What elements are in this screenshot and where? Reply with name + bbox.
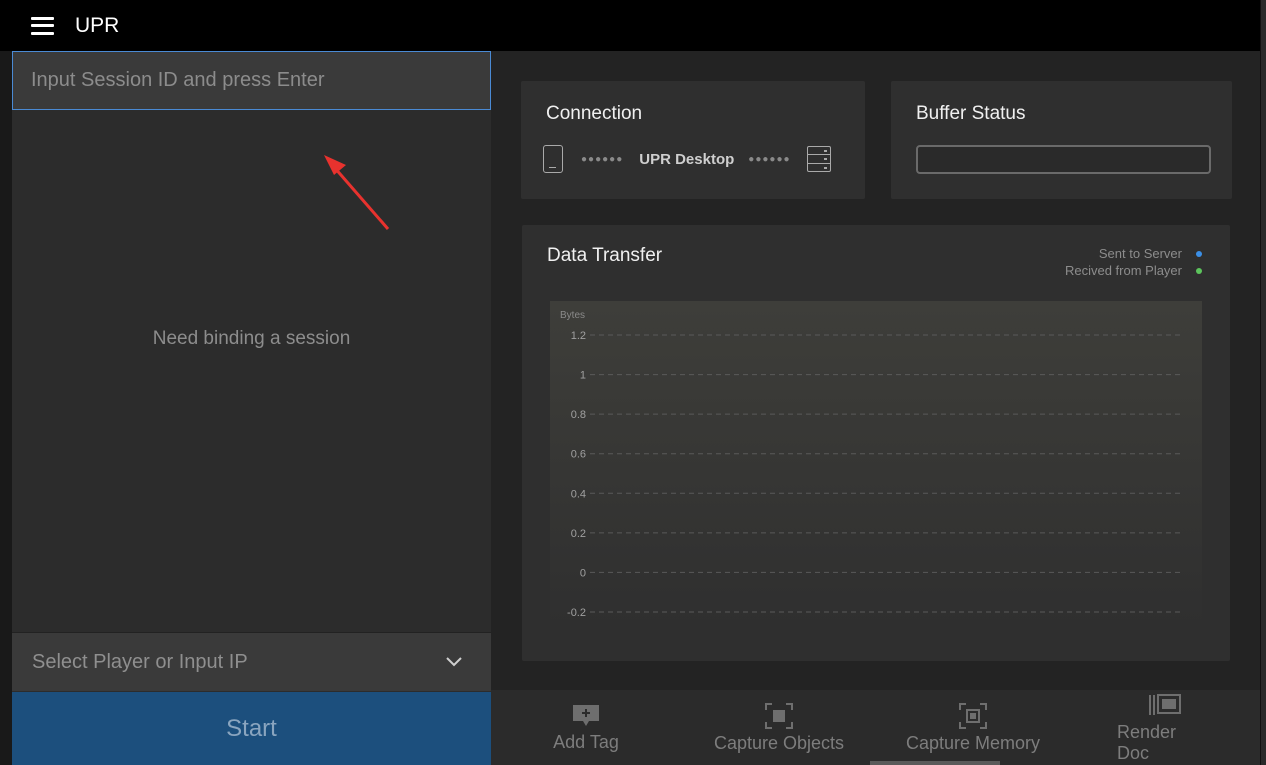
y-tick-label: 0.6 [571,449,586,461]
y-tick-label: 0.8 [571,409,586,421]
legend-item-received[interactable]: Recived from Player [1065,262,1202,279]
legend-dot-sent [1196,250,1202,257]
connection-card: Connection ●●●●●● UPR Desktop ●●●●●● [521,81,865,199]
legend-dot-received [1196,267,1202,274]
player-select-placeholder: Select Player or Input IP [32,650,248,673]
server-icon [806,146,831,172]
y-tick-label: 0.4 [571,488,586,500]
data-transfer-chart-svg: Bytes 1.2 1 0.8 0.6 0.4 0.2 0 -0.2 [550,301,1202,625]
add-tag-label: Add Tag [553,731,619,752]
player-select-dropdown[interactable]: Select Player or Input IP [12,632,491,691]
connection-device-label: UPR Desktop [639,150,735,168]
data-transfer-chart: Bytes 1.2 1 0.8 0.6 0.4 0.2 0 -0.2 [550,301,1202,625]
capture-memory-icon [959,702,987,729]
buffer-status-title: Buffer Status [916,103,1026,124]
legend-label-sent: Sent to Server [1098,246,1182,261]
capture-memory-label: Capture Memory [905,732,1041,753]
y-tick-label: 1 [580,370,586,382]
title-bar: UPR [0,0,1260,51]
y-axis-label: Bytes [560,310,585,321]
y-tick-label: 0 [580,567,586,579]
capture-objects-label: Capture Objects [713,732,845,753]
left-gutter [0,51,12,765]
capture-memory-button[interactable]: Capture Memory [903,690,1043,765]
data-transfer-card: Data Transfer Sent to Server Recived fro… [522,225,1230,661]
chart-background [550,301,1202,625]
bottom-toolbar: Add Tag Capture Objects Capture Memory R… [491,690,1260,765]
start-button[interactable]: Start [12,692,491,765]
buffer-status-card: Buffer Status [891,81,1232,199]
window-edge [1260,0,1266,765]
y-tick-label: -0.2 [567,607,586,619]
y-tick-label: 1.2 [571,330,586,342]
phone-icon [543,145,563,173]
buffer-progress-bar [916,145,1211,174]
render-doc-icon [1149,694,1181,715]
add-tag-button[interactable]: Add Tag [545,690,627,765]
bottom-scroll-strip [870,761,1000,765]
red-arrow-annotation-icon [324,155,390,230]
app-title: UPR [75,13,120,37]
chevron-down-icon [446,657,462,667]
add-tag-icon [573,704,599,726]
data-transfer-title: Data Transfer [547,245,663,266]
connection-dots-right: ●●●●●● [748,153,791,165]
legend-item-sent[interactable]: Sent to Server [1065,245,1202,262]
chart-legend: Sent to Server Recived from Player [1065,245,1202,279]
y-tick-label: 0.2 [571,528,586,540]
connection-status-row: ●●●●●● UPR Desktop ●●●●●● [543,145,843,173]
legend-label-received: Recived from Player [1064,263,1182,278]
capture-objects-button[interactable]: Capture Objects [713,690,845,765]
render-doc-label: Render Doc [1117,722,1177,763]
connection-dots-left: ●●●●●● [581,153,624,165]
empty-session-message: Need binding a session [152,328,351,349]
session-panel: Need binding a session Select Player or … [12,51,491,765]
dashboard-area: Connection ●●●●●● UPR Desktop ●●●●●● Buf… [491,51,1260,765]
capture-objects-icon [765,702,793,729]
connection-title: Connection [546,103,643,124]
session-id-input[interactable] [12,51,491,110]
render-doc-button[interactable]: Render Doc [1117,690,1213,765]
hamburger-menu-icon[interactable] [31,14,61,38]
